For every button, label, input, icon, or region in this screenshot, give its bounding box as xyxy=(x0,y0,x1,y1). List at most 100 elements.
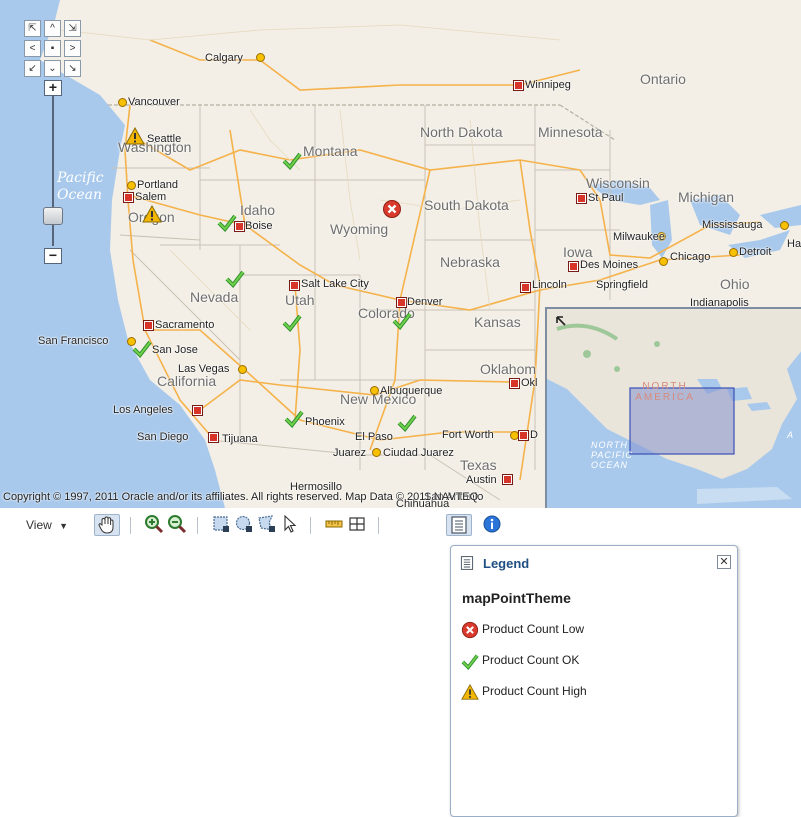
city-label-san-diego: San Diego xyxy=(137,431,189,443)
legend-icon xyxy=(460,556,474,570)
city-label-ha: Ha xyxy=(787,238,801,250)
view-menu-button[interactable]: View ▼ xyxy=(26,514,72,536)
region-label-iowa: Iowa xyxy=(563,244,593,260)
info-button[interactable] xyxy=(481,514,503,536)
check-marker-phoenix[interactable] xyxy=(284,408,304,428)
city-label-vancouver: Vancouver xyxy=(128,96,180,108)
city-dot-vancouver xyxy=(118,98,127,107)
city-dot-mississauga xyxy=(780,221,789,230)
city-label-salt-lake-city: Salt Lake City xyxy=(301,278,369,290)
ocean-label-pacific: Pacific Ocean xyxy=(57,170,104,204)
ocean-label-line2: Ocean xyxy=(57,187,102,203)
overview-label-a: A xyxy=(787,430,794,440)
region-label-minnesota: Minnesota xyxy=(538,124,603,140)
city-label-austin: Austin xyxy=(466,474,497,486)
pan-northeast-button[interactable]: ⇲ xyxy=(64,20,81,37)
area-tool-button[interactable] xyxy=(346,514,368,536)
city-dot-winnipeg xyxy=(513,80,524,91)
check-marker-idaho[interactable] xyxy=(217,212,237,232)
circle-select-button[interactable] xyxy=(233,514,255,536)
pan-east-button[interactable]: > xyxy=(64,40,81,57)
pan-northwest-button[interactable]: ⇱ xyxy=(24,20,41,37)
ocean-label-line1: Pacific xyxy=(57,170,104,186)
city-label-phoenix: Phoenix xyxy=(305,416,345,428)
rectangle-select-button[interactable] xyxy=(210,514,232,536)
zoom-in-tool-button[interactable] xyxy=(143,514,165,536)
region-label-michigan: Michigan xyxy=(678,189,735,205)
check-marker-san-jose[interactable] xyxy=(132,338,152,358)
city-label-san-jose: San Jose xyxy=(152,344,198,356)
city-label-mississauga: Mississauga xyxy=(702,219,763,231)
warning-icon xyxy=(461,683,479,700)
point-select-button[interactable] xyxy=(279,514,301,536)
pan-control: ⇱ ^ ⇲ < ▪ > ↙ ⌄ ↘ xyxy=(24,20,84,80)
pan-south-button[interactable]: ⌄ xyxy=(44,60,61,77)
pan-center-button[interactable]: ▪ xyxy=(44,40,61,57)
city-label-las-vegas: Las Vegas xyxy=(178,363,230,375)
region-label-ohio: Ohio xyxy=(720,276,750,292)
check-marker-colorado[interactable] xyxy=(392,310,412,330)
legend-icon xyxy=(451,516,467,534)
city-dot-ciudad-juarez xyxy=(372,448,381,457)
map-toolbar: View ▼ xyxy=(0,508,801,542)
close-icon[interactable]: ✕ xyxy=(717,555,731,569)
ruler-icon xyxy=(325,520,343,528)
city-label-denver: Denver xyxy=(407,296,443,308)
map-canvas[interactable]: North Dakota Minnesota Montana Washingto… xyxy=(0,0,801,508)
legend-item-label: Product Count High xyxy=(482,684,587,698)
info-icon xyxy=(483,515,501,533)
city-label-des-moines: Des Moines xyxy=(580,259,639,271)
toolbar-separator xyxy=(310,517,311,534)
check-marker-nevada[interactable] xyxy=(225,268,245,288)
region-label-north-dakota: North Dakota xyxy=(420,124,503,140)
warning-marker-oregon[interactable] xyxy=(142,204,162,224)
check-marker-utah[interactable] xyxy=(282,312,302,332)
city-dot-calgary xyxy=(256,53,265,62)
pan-tool-button[interactable] xyxy=(94,514,120,536)
zoom-out-tool-button[interactable] xyxy=(166,514,188,536)
city-label-okl: Okl xyxy=(521,377,538,389)
city-label-los-angeles: Los Angeles xyxy=(113,404,173,416)
pan-southwest-button[interactable]: ↙ xyxy=(24,60,41,77)
cursor-arrow-icon xyxy=(284,514,297,533)
legend-theme-name: mapPointTheme xyxy=(462,590,571,606)
toolbar-separator xyxy=(197,517,198,534)
error-icon xyxy=(461,621,479,638)
check-marker-montana[interactable] xyxy=(282,150,302,170)
pan-southeast-button[interactable]: ↘ xyxy=(64,60,81,77)
polygon-select-button[interactable] xyxy=(256,514,278,536)
zoom-slider-thumb[interactable] xyxy=(43,207,63,225)
distance-tool-button[interactable] xyxy=(323,514,345,536)
city-label-portland: Portland xyxy=(137,179,178,191)
region-label-nevada: Nevada xyxy=(190,289,239,305)
legend-item-label: Product Count OK xyxy=(482,653,580,667)
copyright-text: Copyright © 1997, 2011 Oracle and/or its… xyxy=(3,491,482,503)
region-label-utah: Utah xyxy=(285,292,315,308)
city-label-salem: Salem xyxy=(135,191,167,203)
city-label-springfield: Springfield xyxy=(596,279,648,291)
overview-map[interactable]: NORTH AMERICA NORTH PACIFIC OCEAN A xyxy=(545,307,801,508)
city-dot-salem xyxy=(123,192,134,203)
error-marker-wyoming[interactable] xyxy=(382,199,402,219)
city-label-fort-worth: Fort Worth xyxy=(442,429,494,441)
region-label-nebraska: Nebraska xyxy=(440,254,500,270)
city-label-juarez: Juarez xyxy=(333,447,367,459)
zoom-out-button[interactable]: − xyxy=(44,248,62,264)
overview-basemap xyxy=(547,309,801,504)
check-marker-new-mexico[interactable] xyxy=(397,412,417,432)
warning-marker-seattle[interactable] xyxy=(125,126,145,146)
pan-north-button[interactable]: ^ xyxy=(44,20,61,37)
city-label-milwaukee: Milwaukee xyxy=(613,231,665,243)
toolbar-separator xyxy=(130,517,131,534)
legend-toggle-button[interactable] xyxy=(446,514,472,536)
city-dot-los-angeles xyxy=(192,405,203,416)
region-label-wisconsin: Wisconsin xyxy=(586,175,650,191)
region-label-wyoming: Wyoming xyxy=(330,221,389,237)
city-label-boise: Boise xyxy=(245,220,273,232)
pan-west-button[interactable]: < xyxy=(24,40,41,57)
city-dot-sacramento xyxy=(143,320,154,331)
city-label-detroit: Detroit xyxy=(739,246,772,258)
city-label-calgary: Calgary xyxy=(205,52,243,64)
overview-label-north-america: NORTH AMERICA xyxy=(635,381,695,403)
zoom-in-button[interactable]: + xyxy=(44,80,62,96)
